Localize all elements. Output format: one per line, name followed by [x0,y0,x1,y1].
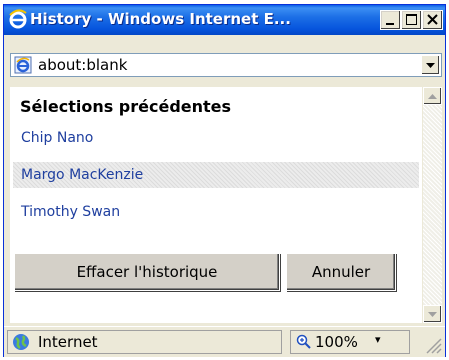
globe-icon [12,333,30,351]
window-title: History - Windows Internet E... [30,10,291,28]
scroll-up-button[interactable] [423,87,442,105]
ie-page-icon [14,56,32,74]
clear-history-button[interactable]: Effacer l'historique [14,253,280,291]
browser-window: History - Windows Internet E... about:bl… [3,4,446,357]
maximize-icon [406,14,417,25]
address-bar[interactable]: about:blank [10,53,442,77]
zone-label: Internet [38,333,98,351]
close-button[interactable] [422,10,443,30]
security-zone[interactable]: Internet [7,330,282,354]
resize-grip-icon[interactable] [421,333,443,355]
history-panel: Sélections précédentes Chip Nano Margo M… [10,87,422,323]
ie-icon [8,9,28,29]
close-icon [427,14,438,25]
minimize-button[interactable] [380,10,401,30]
history-item-timothy-swan[interactable]: Timothy Swan [13,199,419,225]
history-heading: Sélections précédentes [20,97,232,116]
chevron-down-icon [426,63,435,68]
cancel-button[interactable]: Annuler [286,253,396,291]
title-bar[interactable]: History - Windows Internet E... [4,5,445,35]
scroll-down-button[interactable] [423,305,442,323]
minimize-icon [386,23,394,25]
address-dropdown-button[interactable] [421,55,440,75]
vertical-scrollbar[interactable] [423,87,442,323]
zoom-level: 100% [315,333,358,351]
zoom-icon [296,334,312,350]
zoom-control[interactable]: 100% ▾ [290,330,410,354]
zoom-dropdown-icon[interactable]: ▾ [375,333,381,346]
history-item-chip-nano[interactable]: Chip Nano [13,125,419,151]
status-bar: Internet 100% ▾ [4,326,445,357]
arrow-up-icon [428,94,437,99]
address-value: about:blank [38,56,128,74]
history-item-margo-mackenzie[interactable]: Margo MacKenzie [13,162,419,188]
maximize-button[interactable] [401,10,422,30]
arrow-down-icon [428,312,437,317]
